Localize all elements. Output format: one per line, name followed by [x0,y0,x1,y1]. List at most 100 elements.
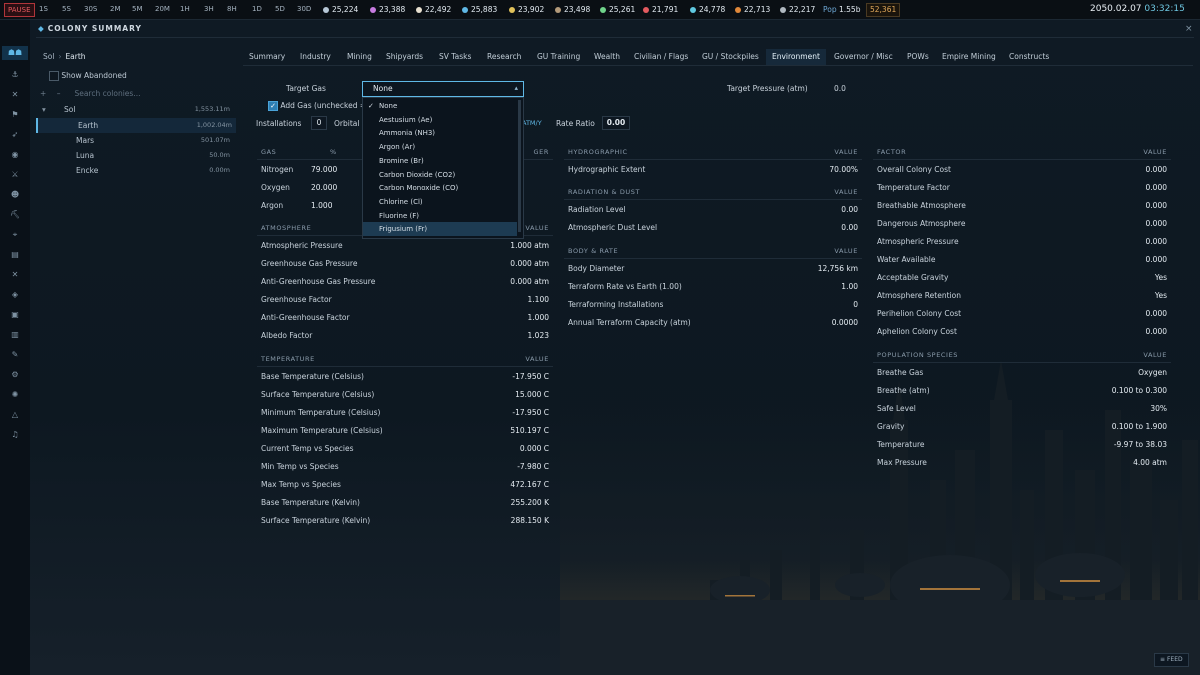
dropdown-option[interactable]: Chlorine (Cl) [363,195,517,209]
search-input[interactable]: Search colonies... [74,89,140,98]
tree-item-sol[interactable]: ▾ Sol 1,553.11m [36,102,234,117]
colony-icon[interactable]: ☗☗ [2,46,28,60]
dropdown-option[interactable]: Carbon Monoxide (CO) [363,181,517,195]
tab-civilian-flags[interactable]: Civilian / Flags [634,49,688,65]
installations-field[interactable]: 0 [311,116,327,130]
orbital-label: Orbital [334,119,360,128]
tool-icon[interactable]: ✎ [8,348,22,362]
speed-button-5m[interactable]: 5M [132,3,143,16]
speed-button-1d[interactable]: 1D [252,3,262,16]
close-button[interactable]: × [1185,24,1193,34]
tab-mining[interactable]: Mining [347,49,372,65]
anchor-icon[interactable]: ⚓ [8,68,22,82]
plus-icon[interactable]: + [40,89,46,98]
colony-search[interactable]: + – Search colonies... [40,89,230,98]
show-abandoned-toggle[interactable]: Show Abandoned [49,71,127,81]
show-abandoned-checkbox[interactable] [49,71,59,81]
telescope-icon[interactable]: ⌖ [8,228,22,242]
tab-summary[interactable]: Summary [249,49,285,65]
time-text: 03:32:15 [1144,4,1185,14]
dropdown-option[interactable]: Ammonia (NH3) [363,126,517,140]
rate-ratio-field[interactable]: 0.00 [602,116,630,130]
breadcrumb-root[interactable]: Sol [43,52,54,61]
document-icon[interactable]: ▥ [8,328,22,342]
speed-button-1h[interactable]: 1H [180,3,190,16]
pickaxe-icon[interactable]: ⛏ [8,208,22,222]
speed-button-30d[interactable]: 30D [297,3,311,16]
galaxy-icon[interactable]: ✺ [8,388,22,402]
atmosphere-row-value: 1.023 [527,331,549,340]
minus-icon[interactable]: – [57,89,61,98]
factor-row: Breathable Atmosphere 0.000 [873,197,1171,215]
person-icon[interactable]: ☻ [8,188,22,202]
temperature-row-value: 288.150 K [510,516,549,525]
dropdown-option[interactable]: Fluorine (F) [363,209,517,223]
cross-icon[interactable]: ✕ [8,268,22,282]
tab-research[interactable]: Research [487,49,521,65]
speed-button-30s[interactable]: 30S [84,3,97,16]
body-row: Terraforming Installations 0 [564,296,862,314]
gas-name: Argon [261,201,284,210]
pause-button[interactable]: PAUSE [4,3,35,17]
dropdown-option[interactable]: ✓ None [363,99,517,113]
tab-wealth[interactable]: Wealth [594,49,620,65]
tab-pows[interactable]: POWs [907,49,929,65]
wrench-icon[interactable]: ✕ [8,88,22,102]
temperature-row-label: Maximum Temperature (Celsius) [261,426,383,435]
gas-row: Argon 1.000 [257,197,357,215]
species-row: Breathe (atm) 0.100 to 0.300 [873,382,1171,400]
speed-button-5d[interactable]: 5D [275,3,285,16]
temperature-header: TEMPERATURE VALUE [257,352,553,367]
radiation-header-label: RADIATION & DUST [568,188,641,196]
radiation-header: RADIATION & DUST VALUE [564,185,862,200]
tab-gu-stockpiles[interactable]: GU / Stockpiles [702,49,759,65]
hydrographic-value-header: VALUE [834,148,858,156]
target-pressure-field[interactable]: 0.0 [834,84,846,93]
tab-shipyards[interactable]: Shipyards [386,49,423,65]
rocket-icon[interactable]: ➶ [8,128,22,142]
danger-header: GER [533,148,549,156]
speed-button-20m[interactable]: 20M [155,3,170,16]
target-gas-select[interactable]: None ▴ [362,81,524,97]
target-icon[interactable]: ◉ [8,148,22,162]
dropdown-option[interactable]: Frigusium (Fr) [363,222,517,237]
dropdown-option[interactable]: Bromine (Br) [363,154,517,168]
dropdown-option[interactable]: Argon (Ar) [363,140,517,154]
add-gas-toggle[interactable]: ✓ Add Gas (unchecked = [268,101,366,111]
tab-empire-mining[interactable]: Empire Mining [942,49,996,65]
speed-button-3h[interactable]: 3H [204,3,214,16]
dropdown-scrollbar[interactable] [518,100,521,232]
warning-icon[interactable]: △ [8,408,22,422]
feed-button[interactable]: ≡ FEED [1154,653,1189,667]
tab-sv-tasks[interactable]: SV Tasks [439,49,471,65]
tree-item-earth[interactable]: Earth 1,002.04m [36,118,236,133]
tree-item-encke[interactable]: Encke 0.00m [36,163,234,178]
factor-row-value: 0.000 [1145,183,1167,192]
speed-button-2m[interactable]: 2M [110,3,121,16]
package-icon[interactable]: ▣ [8,308,22,322]
swords-icon[interactable]: ⚔ [8,168,22,182]
factor-row: Temperature Factor 0.000 [873,179,1171,197]
clipboard-icon[interactable]: ▤ [8,248,22,262]
speed-button-8h[interactable]: 8H [227,3,237,16]
tab-industry[interactable]: Industry [300,49,331,65]
flag-icon[interactable]: ⚑ [8,108,22,122]
gear-icon[interactable]: ⚙ [8,368,22,382]
tab-constructs[interactable]: Constructs [1009,49,1049,65]
speed-button-1s[interactable]: 1S [39,3,48,16]
factor-row: Atmosphere Retention Yes [873,287,1171,305]
dropdown-option[interactable]: Carbon Dioxide (CO2) [363,168,517,182]
resource-icon [690,7,696,13]
tab-environment[interactable]: Environment [766,49,826,66]
music-icon[interactable]: ♫ [8,428,22,442]
temperature-row: Base Temperature (Celsius) -17.950 C [257,368,553,386]
tag-icon[interactable]: ◈ [8,288,22,302]
tree-item-mars[interactable]: Mars 501.07m [36,133,234,148]
tab-governor-misc[interactable]: Governor / Misc [834,49,893,65]
dropdown-option[interactable]: Aestusium (Ae) [363,113,517,127]
expand-chevron-icon[interactable]: ▾ [42,102,46,117]
speed-button-5s[interactable]: 5S [62,3,71,16]
tree-item-luna[interactable]: Luna 50.0m [36,148,234,163]
tab-gu-training[interactable]: GU Training [537,49,580,65]
add-gas-checkbox[interactable]: ✓ [268,101,278,111]
